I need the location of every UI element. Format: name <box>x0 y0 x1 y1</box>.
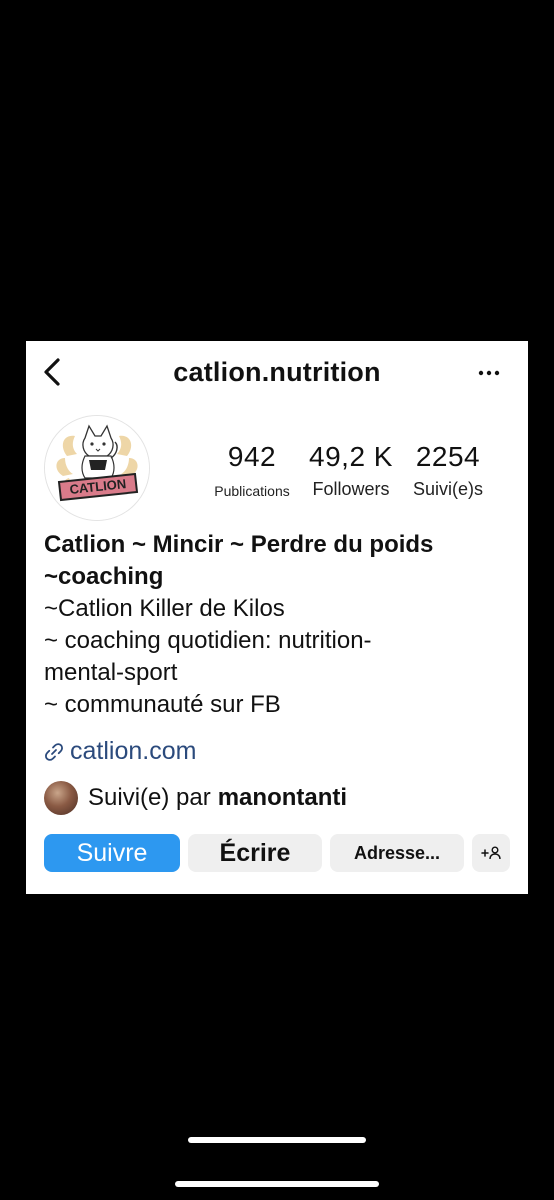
website-link[interactable]: catlion.com <box>44 737 196 766</box>
profile-avatar[interactable]: CATLION <box>44 415 150 521</box>
follow-button[interactable]: Suivre <box>44 834 180 872</box>
following-label: Suivi(e)s <box>412 479 483 499</box>
profile-display-name: Catlion ~ Mincir ~ Perdre du poids <box>44 531 434 558</box>
followed-by-user: manontanti <box>217 784 348 811</box>
stat-following[interactable]: 2254 Suivi(e)s <box>402 441 494 500</box>
followers-count: 49,2 K <box>309 441 393 472</box>
link-icon <box>45 742 63 761</box>
more-options-button[interactable] <box>474 361 504 385</box>
followed-by[interactable]: Suivi(e) par manontanti <box>44 781 347 815</box>
screen: catlion.nutrition CATLION 942 Publicatio… <box>0 0 554 1200</box>
profile-bio: Catlion ~ Mincir ~ Perdre du poids ~coac… <box>44 529 514 721</box>
website-text: catlion.com <box>70 737 197 765</box>
bio-line: ~ communauté sur FB <box>44 691 281 718</box>
more-horizontal-icon <box>478 370 500 376</box>
profile-username: catlion.nutrition <box>173 357 381 387</box>
publications-count: 942 <box>227 441 277 472</box>
follower-avatar <box>44 781 78 815</box>
profile-display-name-line2: ~coaching <box>44 563 164 590</box>
add-person-icon <box>481 846 501 860</box>
followers-label: Followers <box>312 479 390 499</box>
suggest-people-button[interactable] <box>472 834 510 872</box>
stat-publications[interactable]: 942 Publications <box>204 441 300 500</box>
address-button[interactable]: Adresse... <box>330 834 464 872</box>
bio-line: ~Catlion Killer de Kilos <box>44 595 285 622</box>
home-indicator[interactable] <box>188 1137 366 1143</box>
home-indicator-bottom[interactable] <box>175 1181 379 1187</box>
publications-label: Publications <box>214 483 290 499</box>
following-count: 2254 <box>415 441 481 472</box>
bio-line: ~ coaching quotidien: nutrition- <box>44 627 372 654</box>
stat-followers[interactable]: 49,2 K Followers <box>300 441 402 500</box>
followed-by-prefix: Suivi(e) par <box>88 784 211 811</box>
profile-stats: 942 Publications 49,2 K Followers 2254 S… <box>204 441 514 500</box>
catlion-logo: CATLION <box>45 416 149 520</box>
action-buttons: Suivre Écrire Adresse... <box>44 834 510 872</box>
profile-card: catlion.nutrition CATLION 942 Publicatio… <box>26 341 528 894</box>
message-button[interactable]: Écrire <box>188 834 322 872</box>
bio-line: mental-sport <box>44 659 178 686</box>
